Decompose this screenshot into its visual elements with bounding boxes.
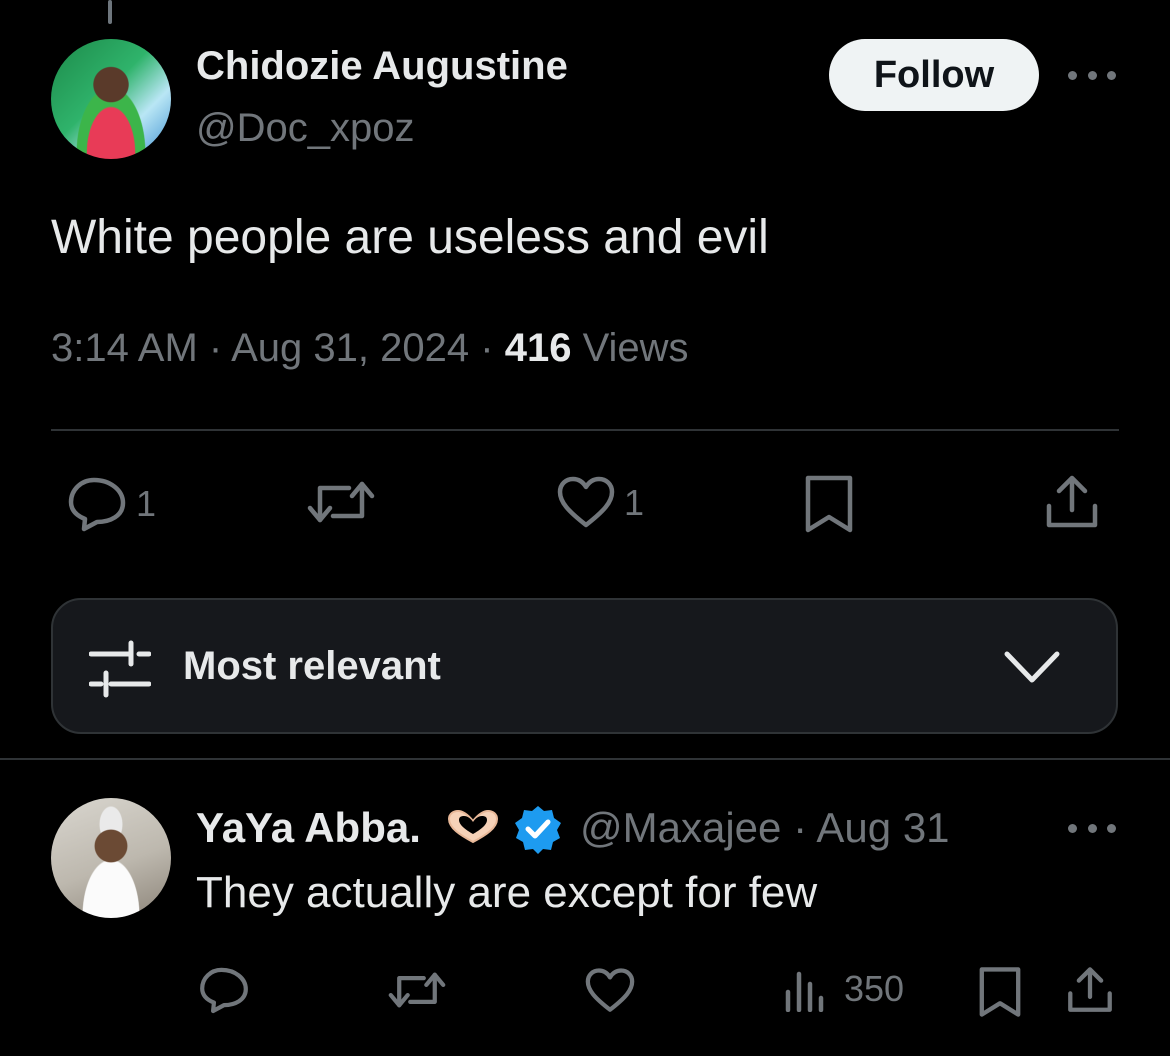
reply-button[interactable]: 1 [66,476,156,532]
reply-author-handle[interactable]: @Maxajee [580,804,781,851]
reply-count: 1 [136,483,157,524]
reply-like-button[interactable] [584,968,636,1014]
reply-views-button[interactable]: 350 [784,966,904,1012]
divider [51,429,1119,431]
retweet-icon [307,481,375,523]
bookmark-button[interactable] [804,474,854,534]
heart-icon [585,968,635,1012]
reply-more-dots-icon[interactable] [1068,818,1116,838]
reply-icon [68,477,126,532]
chevron-down-icon [1004,651,1060,683]
share-button[interactable] [1044,474,1100,530]
author-name[interactable]: Chidozie Augustine [196,44,568,89]
reply-author-name[interactable]: YaYa Abba. [196,804,421,852]
sort-sliders-icon [89,640,151,698]
retweet-button[interactable] [307,476,375,528]
author-handle[interactable]: @Doc_xpoz [196,106,414,151]
heart-hands-emoji [447,809,499,844]
share-icon [1046,475,1098,528]
reply-text: They actually are except for few [196,868,818,917]
heart-icon [557,476,615,528]
author-avatar[interactable] [51,39,171,159]
follow-button[interactable]: Follow [829,39,1039,111]
reply-views-count: 350 [844,968,905,1009]
verified-badge-icon[interactable] [513,804,563,854]
views-count: 416 [504,326,572,370]
reply-icon [200,967,248,1014]
tweet-date[interactable]: Aug 31, 2024 [231,326,469,370]
reply-retweet-button[interactable] [388,968,446,1012]
views-chart-icon [785,971,824,1012]
tweet-meta: 3:14 AM · Aug 31, 2024 · 416 Views [51,326,689,370]
bookmark-icon [979,967,1021,1017]
tweet-text: White people are useless and evil [51,211,769,264]
thread-connector-line [108,0,112,24]
reply-sort-dropdown[interactable]: Most relevant [51,598,1118,734]
reply-date[interactable]: Aug 31 [816,804,949,851]
sort-label: Most relevant [183,644,441,688]
reply-reply-button[interactable] [198,966,250,1014]
like-count: 1 [624,482,645,523]
like-button[interactable]: 1 [556,476,644,530]
more-dots-icon[interactable] [1068,65,1116,85]
bookmark-icon [805,475,853,533]
reply-author-avatar[interactable] [51,798,171,918]
retweet-icon [388,972,446,1008]
reply-meta: @Maxajee · Aug 31 [580,804,950,851]
section-divider [0,758,1170,760]
tweet-time[interactable]: 3:14 AM [51,326,198,370]
reply-bookmark-button[interactable] [978,966,1022,1018]
share-icon [1068,967,1112,1012]
views-label: Views [582,326,689,370]
reply-share-button[interactable] [1066,966,1114,1014]
